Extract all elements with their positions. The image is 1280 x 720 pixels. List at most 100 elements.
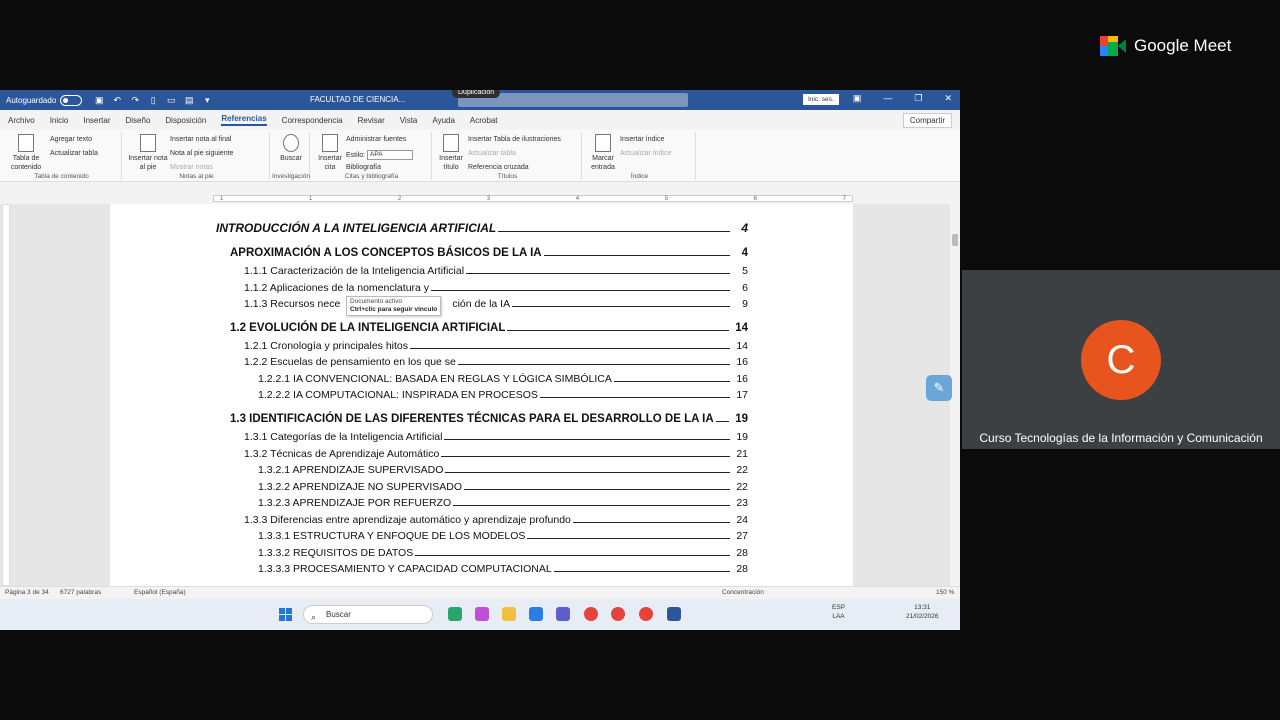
bibliography-button[interactable]: Bibliografía xyxy=(346,164,381,171)
toc-entry[interactable]: 1.2.2.1 IA CONVENCIONAL: BASADA EN REGLA… xyxy=(258,373,748,385)
show-notes-button[interactable]: Mostrar notas xyxy=(170,164,213,171)
autosave[interactable]: Autoguardado xyxy=(6,94,83,106)
toc-entry[interactable]: 1.2.2 Escuelas de pensamiento en los que… xyxy=(244,356,748,368)
taskbar-search[interactable]: ⌕ Buscar xyxy=(303,605,433,624)
new-doc-icon[interactable]: ▯ xyxy=(148,95,158,106)
tab-revisar[interactable]: Revisar xyxy=(358,116,385,125)
document-page[interactable]: INTRODUCCIÓN A LA INTELIGENCIA ARTIFICIA… xyxy=(110,204,853,586)
toc-entry[interactable]: APROXIMACIÓN A LOS CONCEPTOS BÁSICOS DE … xyxy=(230,247,748,259)
toc-entry[interactable]: 1.3.2.2 APRENDIZAJE NO SUPERVISADO 22 xyxy=(258,481,748,493)
share-button[interactable]: Compartir xyxy=(902,113,952,128)
language-status[interactable]: Español (España) xyxy=(134,589,186,596)
teams-icon[interactable] xyxy=(556,607,570,621)
ribbon: Tabla de contenido Agregar texto Actuali… xyxy=(0,130,960,182)
undo-icon[interactable]: ↶ xyxy=(112,95,122,106)
manage-sources-button[interactable]: Administrar fuentes xyxy=(346,136,406,143)
toc-entry[interactable]: INTRODUCCIÓN A LA INTELIGENCIA ARTIFICIA… xyxy=(216,221,748,235)
print-icon[interactable]: ▤ xyxy=(184,95,194,106)
toc-entry[interactable]: 1.1.1 Caracterización de la Inteligencia… xyxy=(244,265,748,277)
insert-table-figures-button[interactable]: Insertar Tabla de ilustraciones xyxy=(468,136,561,143)
file-explorer-icon[interactable] xyxy=(502,607,516,621)
search-button[interactable]: Buscar xyxy=(274,134,308,163)
tab-inicio[interactable]: Inicio xyxy=(50,116,69,125)
insert-caption-label: Insertar título xyxy=(439,155,463,171)
toc-button[interactable]: Tabla de contenido xyxy=(6,134,46,172)
document-title[interactable]: FACULTAD DE CIENCIA... xyxy=(310,95,405,104)
page-count[interactable]: Página 3 de 34 xyxy=(5,589,49,596)
copilot-icon[interactable] xyxy=(448,607,462,621)
toc-entry[interactable]: 1.3.3.3 PROCESAMIENTO Y CAPACIDAD COMPUT… xyxy=(258,563,748,575)
insert-citation-button[interactable]: Insertar cita xyxy=(314,134,346,172)
tab-archivo[interactable]: Archivo xyxy=(8,116,35,125)
restore-icon[interactable]: ❐ xyxy=(914,93,922,104)
next-footnote-button[interactable]: Nota al pie siguiente xyxy=(170,150,233,157)
ribbon-display-icon[interactable]: ▣ xyxy=(853,93,862,104)
scrollbar-thumb[interactable] xyxy=(952,234,958,246)
style-selector[interactable]: Estilo: APA xyxy=(346,150,414,160)
redo-icon[interactable]: ↷ xyxy=(130,95,140,106)
tab-diseno[interactable]: Diseño xyxy=(126,116,151,125)
app-icon[interactable] xyxy=(475,607,489,621)
focus-mode[interactable]: Concentración xyxy=(722,589,764,596)
customize-icon[interactable]: ▾ xyxy=(202,95,212,106)
insert-endnote-button[interactable]: Insertar nota al final xyxy=(170,136,231,143)
toc-entry[interactable]: 1.1.3 Recursos nece ción de la IA 9 xyxy=(244,298,748,310)
sign-in-button[interactable]: Inic. ses. xyxy=(803,94,839,105)
group-footnotes: Insertar nota al pie Insertar nota al fi… xyxy=(124,132,270,180)
start-icon[interactable] xyxy=(279,608,292,621)
tab-acrobat[interactable]: Acrobat xyxy=(470,116,498,125)
tab-disposicion[interactable]: Disposición xyxy=(165,116,206,125)
word-icon[interactable] xyxy=(667,607,681,621)
clock-time: 13:31 xyxy=(914,604,931,611)
outlook-icon[interactable] xyxy=(529,607,543,621)
zoom-level[interactable]: 150 % xyxy=(936,589,954,596)
ruler-tick: 5 xyxy=(664,196,669,202)
vertical-ruler[interactable] xyxy=(2,204,10,586)
toc-entry[interactable]: 1.3.3.1 ESTRUCTURA Y ENFOQUE DE LOS MODE… xyxy=(258,530,748,542)
update-table-figures-button[interactable]: Actualizar tabla xyxy=(468,150,516,157)
clock[interactable]: 13:31 21/02/2026 xyxy=(906,603,939,621)
style-dropdown[interactable]: APA xyxy=(367,150,414,160)
toc-entry[interactable]: 1.2.2.2 IA COMPUTACIONAL: INSPIRADA EN P… xyxy=(258,389,748,401)
toc-entry[interactable]: 1.3.3.2 REQUISITOS DE DATOS 28 xyxy=(258,547,748,559)
insert-index-button[interactable]: Insertar índice xyxy=(620,136,664,143)
word-count[interactable]: 6727 palabras xyxy=(60,589,101,596)
mark-entry-button[interactable]: Marcar entrada xyxy=(586,134,620,172)
close-icon[interactable]: ✕ xyxy=(944,93,952,104)
toc-entry[interactable]: 1.3.2 Técnicas de Aprendizaje Automático… xyxy=(244,448,748,460)
toc-entry[interactable]: 1.3.2.1 APRENDIZAJE SUPERVISADO 22 xyxy=(258,464,748,476)
update-index-button[interactable]: Actualizar índice xyxy=(620,150,671,157)
toc-entry[interactable]: 1.3.1 Categorías de la Inteligencia Arti… xyxy=(244,431,748,443)
toc-entry[interactable]: 1.2.1 Cronología y principales hitos 14 xyxy=(244,340,748,352)
edit-icon[interactable]: ✎ xyxy=(926,375,952,401)
language-indicator[interactable]: ESP LAA xyxy=(832,603,845,621)
autosave-toggle[interactable] xyxy=(60,94,83,106)
cross-reference-button[interactable]: Referencia cruzada xyxy=(468,164,529,171)
toc-entry[interactable]: 1.3 IDENTIFICACIÓN DE LAS DIFERENTES TÉC… xyxy=(230,413,748,425)
horizontal-ruler[interactable]: 1 1 2 3 4 5 6 7 xyxy=(0,192,960,204)
chrome-icon[interactable] xyxy=(584,607,598,621)
chrome-icon[interactable] xyxy=(611,607,625,621)
toc-entry[interactable]: 1.3.2.3 APRENDIZAJE POR REFUERZO 23 xyxy=(258,497,748,509)
footnote-icon xyxy=(140,134,156,152)
insert-footnote-button[interactable]: Insertar nota al pie xyxy=(128,134,168,172)
group-citations-label: Citas y bibliografía xyxy=(344,173,399,180)
open-icon[interactable]: ▭ xyxy=(166,95,176,106)
insert-caption-button[interactable]: Insertar título xyxy=(436,134,466,172)
update-table-button[interactable]: Actualizar tabla xyxy=(50,150,98,157)
search-icon: ⌕ xyxy=(311,612,317,622)
tab-correspondencia[interactable]: Correspondencia xyxy=(282,116,343,125)
toc-entry[interactable]: 1.2 EVOLUCIÓN DE LA INTELIGENCIA ARTIFIC… xyxy=(230,322,748,334)
minimize-icon[interactable]: — xyxy=(883,93,892,104)
toc-entry[interactable]: 1.1.2 Aplicaciones de la nomenclatura y6 xyxy=(244,282,748,294)
tab-insertar[interactable]: Insertar xyxy=(83,116,110,125)
tab-ayuda[interactable]: Ayuda xyxy=(432,116,455,125)
tab-referencias[interactable]: Referencias xyxy=(221,114,267,126)
chrome-icon[interactable] xyxy=(639,607,653,621)
autosave-label: Autoguardado xyxy=(6,95,57,105)
windows-taskbar: ⌕ Buscar ESP LAA 13:31 21/02/2026 xyxy=(0,599,960,630)
save-icon[interactable]: ▣ xyxy=(94,95,104,106)
tab-vista[interactable]: Vista xyxy=(400,116,418,125)
toc-entry[interactable]: 1.3.3 Diferencias entre aprendizaje auto… xyxy=(244,514,748,526)
add-text-button[interactable]: Agregar texto xyxy=(50,136,92,143)
